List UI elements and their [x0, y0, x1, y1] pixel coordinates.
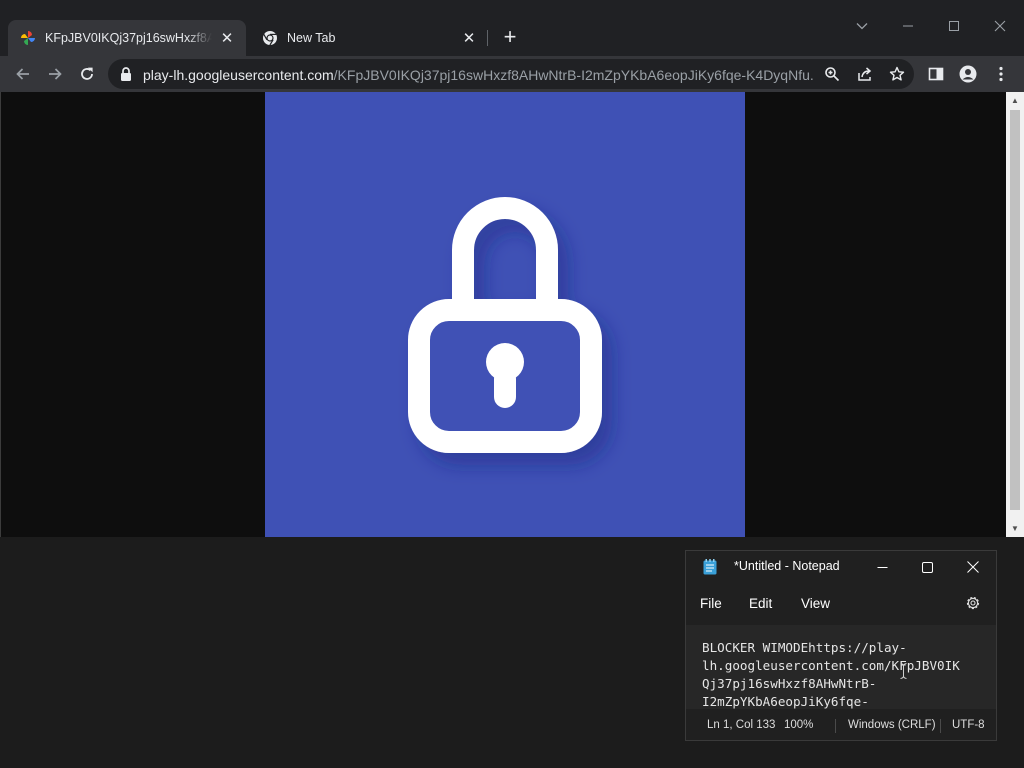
zoom-button[interactable]: [820, 62, 844, 86]
notepad-statusbar: Ln 1, Col 133 100% Windows (CRLF) UTF-8: [686, 711, 996, 740]
menu-view[interactable]: View: [801, 596, 830, 611]
tab-image[interactable]: KFpJBV0IKQj37pj16swHxzf8AHwNtrB-I2mZpYKb…: [8, 20, 246, 56]
tab-title: KFpJBV0IKQj37pj16swHxzf8AHwNtrB-I2mZpYKb…: [45, 31, 212, 45]
scroll-thumb[interactable]: [1010, 110, 1020, 510]
close-icon: [994, 20, 1006, 32]
chevron-down-icon: [856, 23, 868, 30]
chrome-window: KFpJBV0IKQj37pj16swHxzf8AHwNtrB-I2mZpYKb…: [0, 0, 1024, 537]
url-host: play-lh.googleusercontent.com: [143, 67, 334, 83]
maximize-button[interactable]: [939, 12, 969, 40]
notepad-close-button[interactable]: [951, 553, 995, 581]
text-line: I2mZpYKbA6eopJiKy6fqe-: [702, 694, 869, 709]
notepad-menubar: File Edit View: [686, 587, 996, 619]
profile-button[interactable]: [954, 60, 982, 88]
more-vert-icon: [999, 66, 1003, 82]
maximize-icon: [949, 21, 959, 31]
url-path: /KFpJBV0IKQj37pj16swHxzf8AHwNtrB-I2mZpYK…: [333, 67, 815, 83]
text-cursor-icon: [900, 663, 907, 679]
minimize-icon: [903, 25, 913, 27]
notepad-titlebar[interactable]: *Untitled - Notepad: [686, 551, 996, 583]
status-divider: [940, 719, 941, 733]
desktop: KFpJBV0IKQj37pj16swHxzf8AHwNtrB-I2mZpYKb…: [0, 0, 1024, 768]
google-photos-icon: [21, 31, 35, 45]
zoom-level: 100%: [784, 719, 814, 731]
menu-edit[interactable]: Edit: [749, 596, 772, 611]
text-line: BLOCKER WIMODEhttps://play-: [702, 640, 907, 655]
gear-icon[interactable]: [964, 594, 982, 612]
scroll-down-arrow[interactable]: ▼: [1006, 520, 1024, 537]
notepad-window: *Untitled - Notepad File Edit View BLOCK…: [685, 550, 997, 741]
text-line: Qj37pj16swHxzf8AHwNtrB-: [702, 676, 877, 691]
lock-icon: [121, 67, 131, 81]
menu-file[interactable]: File: [700, 596, 722, 611]
new-tab-button[interactable]: +: [498, 26, 522, 50]
arrow-right-icon: [49, 68, 62, 80]
notepad-text-area[interactable]: BLOCKER WIMODEhttps://play-lh.googleuser…: [686, 625, 996, 709]
zoom-icon: [825, 67, 840, 82]
scroll-up-arrow[interactable]: ▲: [1006, 92, 1024, 109]
notepad-maximize-button[interactable]: [905, 553, 949, 581]
tab-title: New Tab: [287, 31, 336, 45]
chrome-icon: [263, 31, 277, 46]
reload-icon: [81, 67, 93, 80]
share-icon: [858, 67, 872, 81]
notepad-icon: [703, 559, 717, 575]
text-line: lh.googleusercontent.com/KFpJBV0IK: [702, 658, 960, 673]
maximize-icon: [921, 561, 933, 573]
bookmark-button[interactable]: [885, 62, 909, 86]
close-tab-button[interactable]: ✕: [460, 29, 478, 47]
chrome-menu-button[interactable]: [987, 60, 1015, 88]
status-divider: [835, 719, 836, 733]
cursor-position: Ln 1, Col 133: [707, 719, 776, 731]
encoding: UTF-8: [952, 719, 985, 731]
vertical-scrollbar[interactable]: ▲ ▼: [1006, 92, 1024, 537]
padlock-icon: [408, 197, 602, 453]
minimize-icon: [877, 566, 887, 568]
padlock-image: [265, 92, 745, 537]
tab-new-tab[interactable]: New Tab ✕: [250, 20, 488, 56]
reload-button[interactable]: [73, 60, 101, 88]
browser-toolbar: play-lh.googleusercontent.com/KFpJBV0IKQ…: [0, 56, 1024, 92]
notepad-title: *Untitled - Notepad: [734, 559, 840, 573]
forward-button[interactable]: [41, 60, 69, 88]
side-panel-icon: [928, 67, 944, 81]
close-icon: [967, 561, 979, 573]
minimize-button[interactable]: [893, 12, 923, 40]
url-text: play-lh.googleusercontent.com/KFpJBV0IKQ…: [143, 66, 815, 84]
profile-icon: [959, 65, 977, 83]
share-button[interactable]: [853, 62, 877, 86]
back-button[interactable]: [9, 60, 37, 88]
notepad-minimize-button[interactable]: [860, 553, 904, 581]
address-bar[interactable]: play-lh.googleusercontent.com/KFpJBV0IKQ…: [108, 59, 914, 89]
close-tab-button[interactable]: ✕: [218, 29, 236, 47]
tab-search-button[interactable]: [847, 12, 877, 40]
page-viewport: [0, 92, 1006, 537]
star-icon: [889, 66, 905, 81]
tab-divider: [487, 30, 488, 46]
line-ending: Windows (CRLF): [848, 719, 936, 731]
side-panel-button[interactable]: [922, 60, 950, 88]
close-window-button[interactable]: [985, 12, 1015, 40]
arrow-left-icon: [16, 68, 29, 80]
notepad-text: BLOCKER WIMODEhttps://play-lh.googleuser…: [702, 639, 982, 709]
tab-strip: KFpJBV0IKQj37pj16swHxzf8AHwNtrB-I2mZpYKb…: [0, 0, 1024, 56]
